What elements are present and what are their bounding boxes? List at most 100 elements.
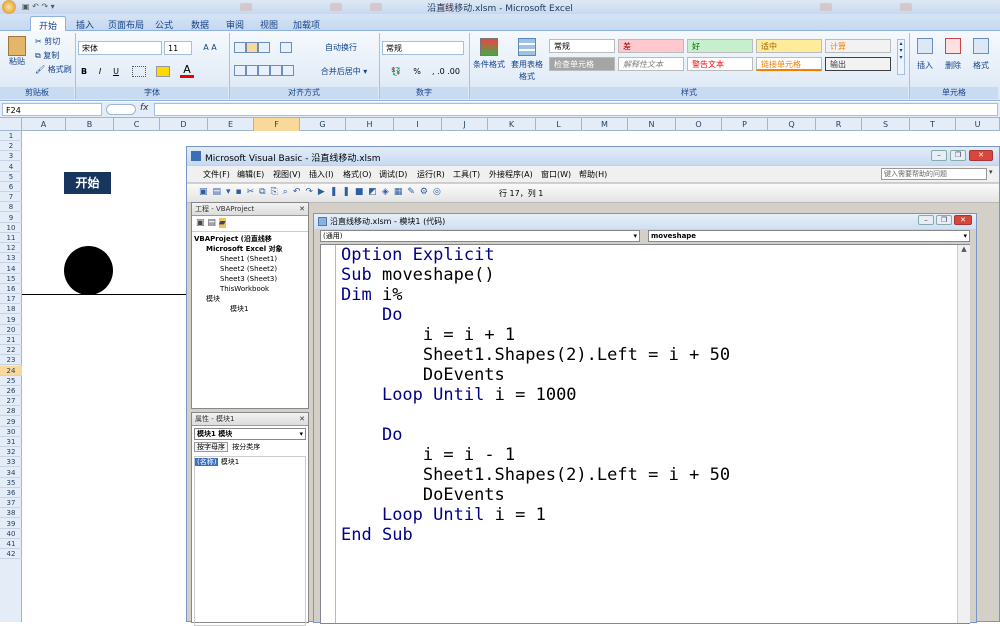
style-check-cell[interactable]: 检查单元格 — [549, 57, 615, 71]
menu-file[interactable]: 文件(F) — [203, 169, 230, 180]
orientation-icon[interactable] — [280, 42, 304, 54]
menu-view[interactable]: 视图(V) — [273, 169, 301, 180]
code-line[interactable]: Option Explicit — [341, 245, 495, 265]
code-line[interactable]: Loop Until i = 1000 — [341, 385, 577, 405]
row-header[interactable]: 11 — [0, 233, 22, 243]
code-line[interactable]: Sub moveshape() — [341, 265, 495, 285]
row-header[interactable]: 32 — [0, 447, 22, 458]
row-header[interactable]: 7 — [0, 192, 22, 203]
merge-center-button[interactable]: 合并后居中 ▾ — [312, 65, 376, 79]
font-color-icon[interactable]: A — [180, 64, 194, 78]
code-line[interactable]: Sheet1.Shapes(2).Left = i + 50 — [341, 465, 730, 485]
code-close-button[interactable]: ✕ — [954, 215, 972, 225]
row-header[interactable]: 17 — [0, 294, 22, 305]
column-header[interactable]: N — [628, 118, 676, 131]
fx-icon[interactable]: fx — [140, 103, 149, 113]
style-calculation[interactable]: 计算 — [825, 39, 891, 53]
code-minimize-button[interactable]: – — [918, 215, 934, 225]
column-header[interactable]: Q — [768, 118, 816, 131]
tree-sheet3[interactable]: Sheet3 (Sheet3) — [194, 274, 306, 284]
grow-font-button[interactable]: A A — [196, 41, 224, 55]
row-header[interactable]: 26 — [0, 386, 22, 396]
tab-insert[interactable]: 插入 — [68, 16, 102, 31]
column-header[interactable]: C — [114, 118, 160, 131]
row-header[interactable]: 36 — [0, 488, 22, 498]
row-header[interactable]: 16 — [0, 284, 22, 294]
column-header[interactable]: P — [722, 118, 768, 131]
scroll-up-icon[interactable]: ▲ — [958, 245, 970, 253]
row-header[interactable]: 15 — [0, 274, 22, 284]
format-painter-button[interactable]: 🖌 格式刷 — [34, 63, 74, 77]
code-line[interactable]: Loop Until i = 1 — [341, 505, 546, 525]
tree-sheet1[interactable]: Sheet1 (Sheet1) — [194, 254, 306, 264]
column-header[interactable]: D — [160, 118, 208, 131]
menu-help[interactable]: 帮助(H) — [579, 169, 607, 180]
menu-debug[interactable]: 调试(D) — [379, 169, 407, 180]
font-size-select[interactable]: 11 — [164, 41, 192, 55]
tab-page-layout[interactable]: 页面布局 — [100, 16, 152, 31]
column-header[interactable]: O — [676, 118, 722, 131]
horizontal-align-icons[interactable] — [234, 65, 314, 77]
row-header[interactable]: 18 — [0, 304, 22, 315]
column-header[interactable]: R — [816, 118, 862, 131]
tab-formulas[interactable]: 公式 — [147, 16, 181, 31]
row-header[interactable]: 21 — [0, 335, 22, 345]
tree-excel-objects[interactable]: Microsoft Excel 对象 — [194, 244, 306, 254]
row-header[interactable]: 42 — [0, 549, 22, 560]
help-search-input[interactable]: 键入需要帮助的问题 — [881, 168, 987, 180]
property-name-key[interactable]: (名称) — [195, 458, 219, 466]
tab-data[interactable]: 数据 — [183, 16, 217, 31]
row-header[interactable]: 27 — [0, 396, 22, 407]
row-header[interactable]: 38 — [0, 508, 22, 519]
currency-icon[interactable]: 💱 — [384, 65, 408, 79]
row-header[interactable]: 39 — [0, 519, 22, 529]
format-as-table-button[interactable]: 套用表格格式 — [508, 37, 546, 83]
procedure-select[interactable]: moveshape ▾ — [648, 230, 970, 242]
column-header[interactable]: M — [582, 118, 628, 131]
column-header[interactable]: H — [346, 118, 394, 131]
row-header[interactable]: 24 — [0, 365, 22, 376]
formula-input[interactable] — [154, 103, 998, 116]
column-header[interactable]: T — [910, 118, 956, 131]
code-line[interactable]: Do — [341, 425, 402, 445]
column-header[interactable]: J — [442, 118, 488, 131]
tab-alphabetic[interactable]: 按字母序 — [194, 442, 228, 452]
wrap-text-button[interactable]: 自动换行 — [312, 41, 370, 55]
copy-button[interactable]: ⧉ 复制 — [34, 49, 70, 63]
cut-button[interactable]: ✂ 剪切 — [34, 35, 70, 49]
column-header[interactable]: K — [488, 118, 536, 131]
code-line[interactable]: DoEvents — [341, 485, 505, 505]
close-icon[interactable]: ✕ — [299, 203, 308, 216]
underline-button[interactable]: U — [110, 65, 122, 79]
menu-addins[interactable]: 外接程序(A) — [489, 169, 533, 180]
column-header[interactable]: S — [862, 118, 910, 131]
code-line[interactable]: i = i + 1 — [341, 325, 515, 345]
italic-button[interactable]: I — [94, 65, 106, 79]
format-cells-button[interactable]: 格式 — [968, 37, 994, 77]
row-header[interactable]: 6 — [0, 182, 22, 192]
row-header[interactable]: 1 — [0, 131, 22, 141]
paste-button[interactable]: 粘贴 — [4, 35, 30, 75]
delete-cells-button[interactable]: 删除 — [940, 37, 966, 77]
style-warning[interactable]: 警告文本 — [687, 57, 753, 71]
project-toolbar[interactable]: ▣ ▤ ▰ — [192, 216, 308, 232]
row-header[interactable]: 2 — [0, 141, 22, 152]
style-output[interactable]: 输出 — [825, 57, 891, 71]
tab-review[interactable]: 审阅 — [218, 16, 252, 31]
tree-vbaproject[interactable]: VBAProject (沿直线移 — [194, 234, 306, 244]
code-line[interactable]: End Sub — [341, 525, 413, 545]
style-good[interactable]: 好 — [687, 39, 753, 53]
column-header[interactable]: F — [254, 118, 300, 131]
row-header[interactable]: 12 — [0, 243, 22, 254]
tab-home[interactable]: 开始 — [30, 16, 67, 32]
row-header[interactable]: 28 — [0, 406, 22, 417]
row-header[interactable]: 29 — [0, 417, 22, 427]
help-dropdown-icon[interactable]: ▾ — [989, 168, 998, 180]
toolbar-icons[interactable]: ▣▤▾▪✂⧉⎘⌕↶↷▶❚❚■◩◈▦✎⚙◎ — [199, 187, 499, 200]
minimize-button[interactable]: – — [931, 150, 947, 161]
code-line[interactable]: Do — [341, 305, 402, 325]
column-header[interactable]: B — [66, 118, 114, 131]
row-header[interactable]: 20 — [0, 325, 22, 335]
code-editor[interactable]: Option Explicit Sub moveshape() Dim i% Do … — [320, 244, 970, 624]
tab-categorized[interactable]: 按分类序 — [230, 443, 262, 451]
